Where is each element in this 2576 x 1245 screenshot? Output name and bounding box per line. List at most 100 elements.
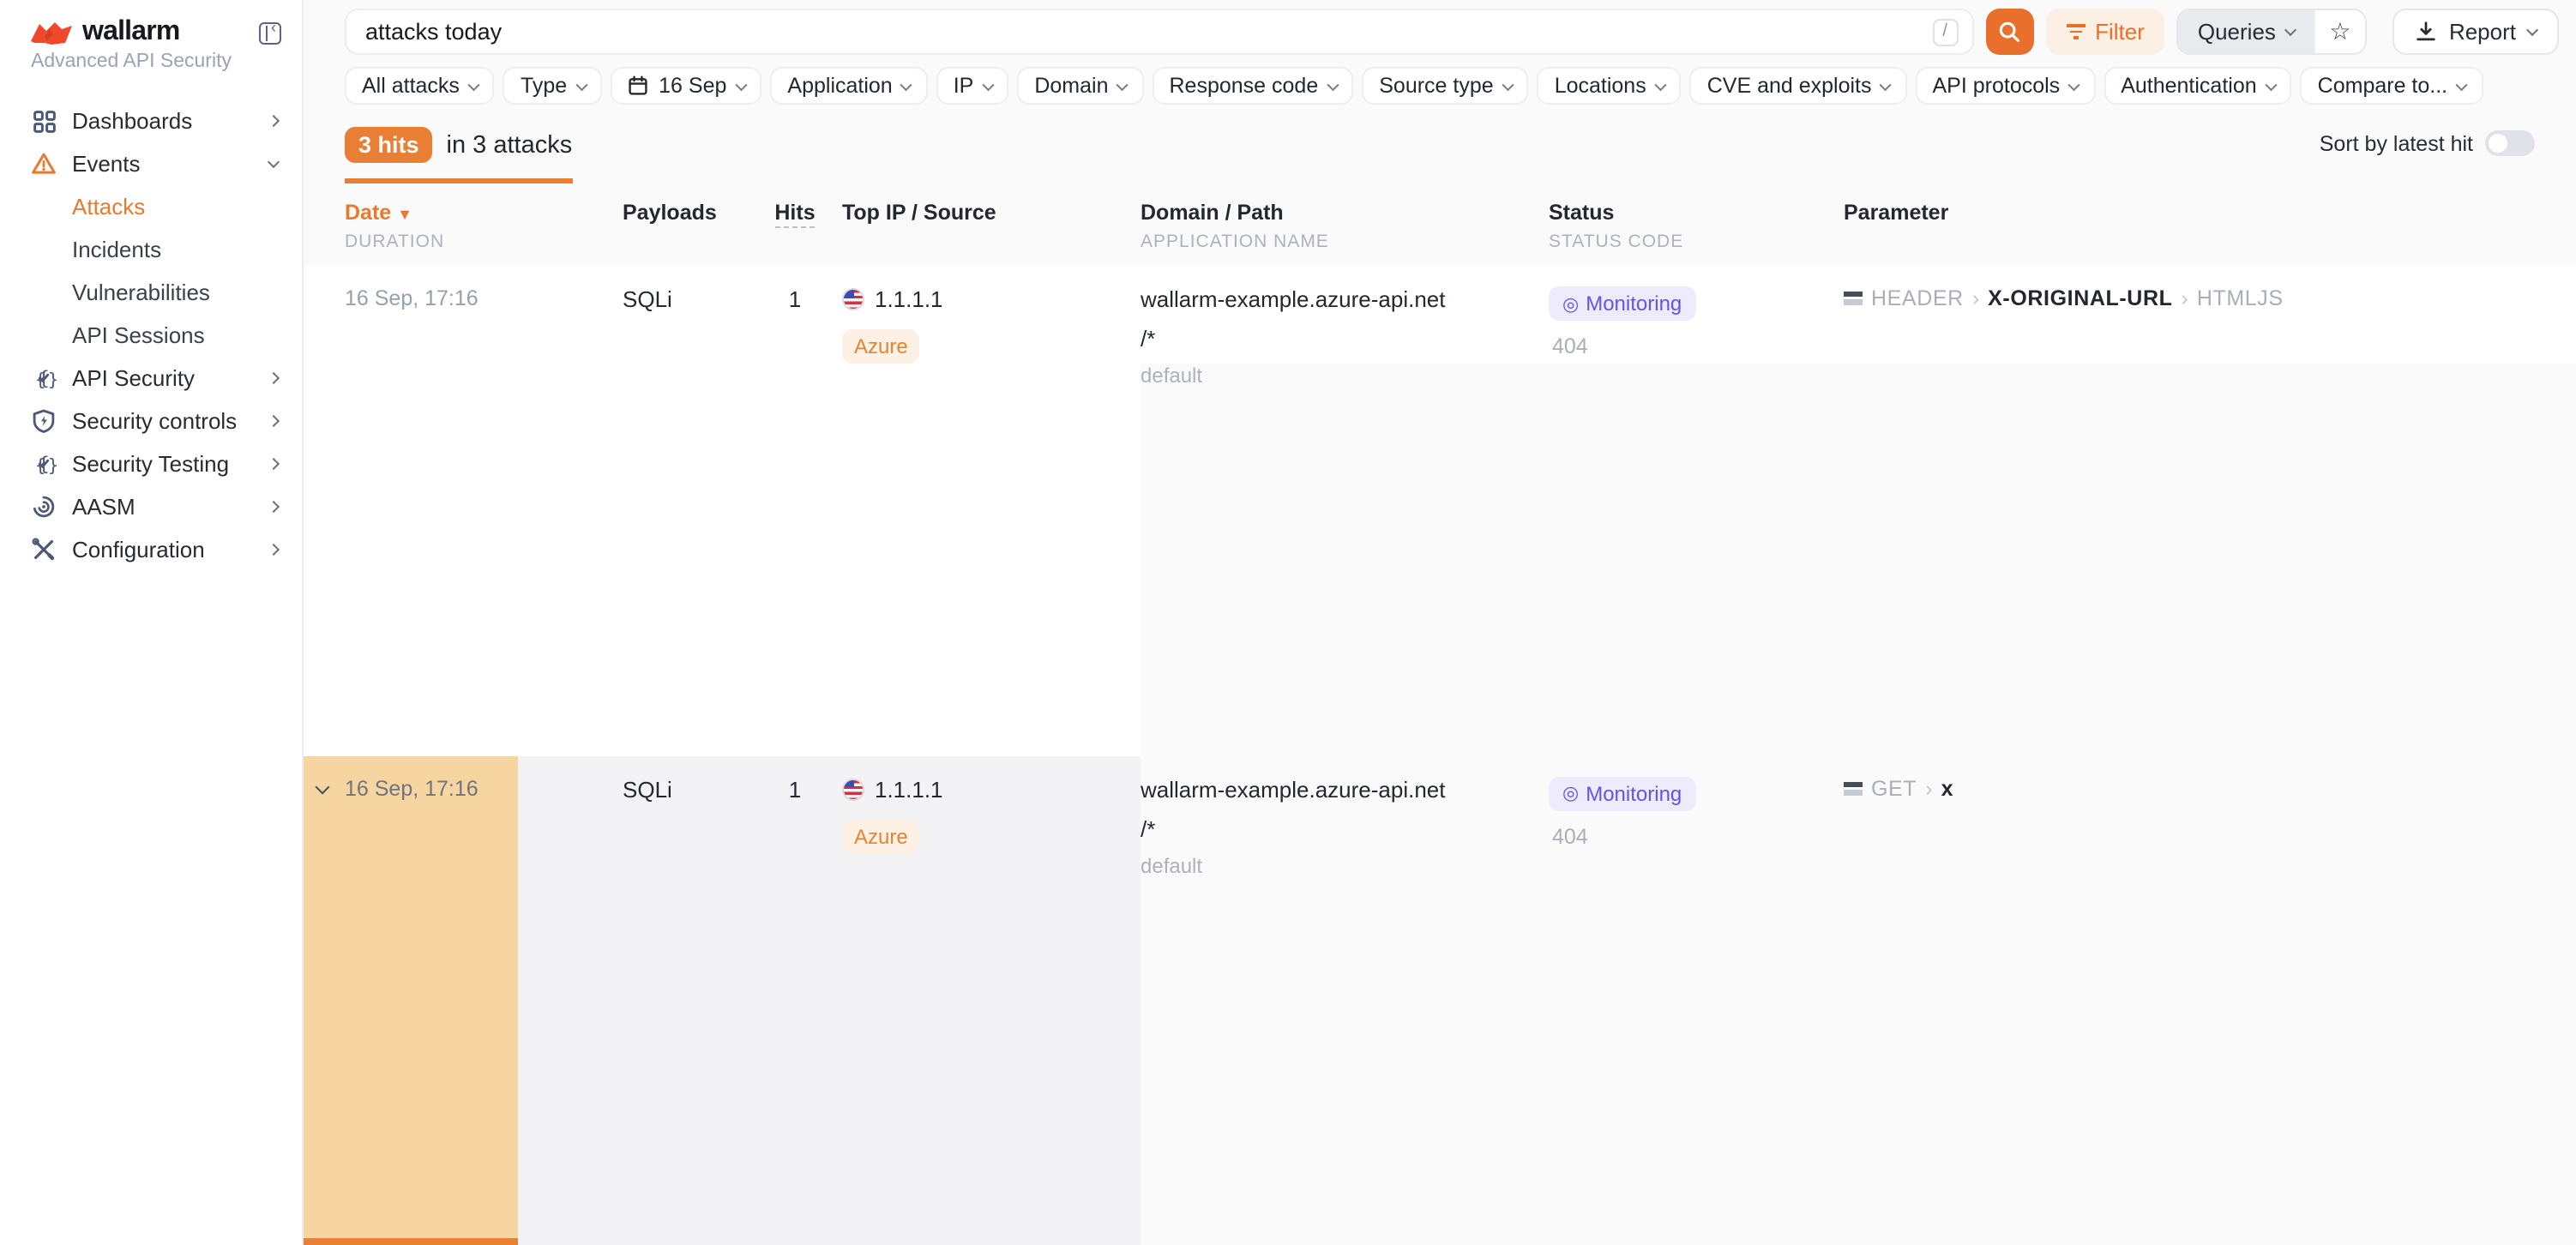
filter-chip-16-sep[interactable]: 16 Sep xyxy=(611,67,761,105)
sidebar-item-label: Security Testing xyxy=(72,451,269,477)
attack-row[interactable]: 16 Sep, 17:16 SQLi 1 1.1.1.1 Azure walla… xyxy=(304,266,2576,755)
slash-shortcut-hint: / xyxy=(1932,18,1958,45)
attack-domain: wallarm-example.azure-api.net xyxy=(1141,286,1549,312)
source-tag-azure[interactable]: Azure xyxy=(842,329,920,364)
chevron-down-icon xyxy=(575,79,587,90)
svg-text:{: { xyxy=(35,454,46,475)
filter-button[interactable]: Filter xyxy=(2045,9,2165,55)
sidebar-item-events[interactable]: Events xyxy=(31,142,288,185)
filter-chip-authentication[interactable]: Authentication xyxy=(2104,67,2291,105)
column-status[interactable]: Status xyxy=(1549,201,1844,225)
filter-chip-application[interactable]: Application xyxy=(770,67,927,105)
filter-chip-label: Authentication xyxy=(2121,74,2256,98)
filter-chip-label: API protocols xyxy=(1933,74,2061,98)
column-date[interactable]: Date ▼ xyxy=(345,201,623,225)
svg-text:}: } xyxy=(48,369,57,389)
tools-icon xyxy=(31,537,57,562)
queries-button[interactable]: Queries xyxy=(2179,10,2314,53)
filter-chip-response-code[interactable]: Response code xyxy=(1153,67,1354,105)
hits-count-badge: 3 hits xyxy=(345,127,433,163)
filter-chip-domain[interactable]: Domain xyxy=(1017,67,1143,105)
sidebar-item-configuration[interactable]: Configuration xyxy=(31,528,288,571)
radar-icon xyxy=(31,494,57,520)
braces-icon: { {} xyxy=(31,451,57,477)
sidebar-item-api-sessions[interactable]: API Sessions xyxy=(31,314,288,357)
search-box[interactable]: / xyxy=(345,9,1973,55)
monitoring-icon: ◎ xyxy=(1562,292,1579,315)
filter-chip-label: Response code xyxy=(1170,74,1319,98)
filter-chip-all-attacks[interactable]: All attacks xyxy=(345,67,495,105)
filter-chip-label: IP xyxy=(954,74,974,98)
breadcrumb-sep: › xyxy=(1972,286,1979,310)
shield-icon xyxy=(31,408,57,434)
queries-group: Queries ☆ xyxy=(2177,9,2367,55)
column-payloads[interactable]: Payloads xyxy=(623,201,748,225)
filter-chip-locations[interactable]: Locations xyxy=(1538,67,1682,105)
download-icon xyxy=(2415,21,2437,43)
filter-chip-label: Type xyxy=(521,74,567,98)
sidebar-item-label: Vulnerabilities xyxy=(72,280,210,305)
chevron-down-icon xyxy=(268,156,280,168)
sidebar-item-label: API Sessions xyxy=(72,322,205,348)
sidebar-item-security-controls[interactable]: Security controls xyxy=(31,400,288,442)
column-application-name: APPLICATION NAME xyxy=(1141,232,1549,252)
column-hits[interactable]: Hits xyxy=(774,201,815,228)
search-button[interactable] xyxy=(1985,9,2033,55)
svg-text:}: } xyxy=(48,454,57,475)
search-icon xyxy=(1998,21,2020,43)
sidebar-item-vulnerabilities[interactable]: Vulnerabilities xyxy=(31,271,288,314)
filter-chip-compare-to[interactable]: Compare to... xyxy=(2301,67,2483,105)
report-button[interactable]: Report xyxy=(2392,9,2559,55)
chevron-right-icon xyxy=(268,544,280,556)
sidebar-item-dashboards[interactable]: Dashboards xyxy=(31,99,288,142)
wallarm-logo-icon xyxy=(31,21,72,45)
column-domain[interactable]: Domain / Path xyxy=(1141,201,1549,225)
column-status-code: STATUS CODE xyxy=(1549,232,1844,252)
filter-chip-api-protocols[interactable]: API protocols xyxy=(1916,67,2096,105)
attack-path: /* xyxy=(1141,326,1549,352)
source-tag-azure[interactable]: Azure xyxy=(842,819,920,853)
filter-chip-source-type[interactable]: Source type xyxy=(1362,67,1528,105)
attack-ip[interactable]: 1.1.1.1 xyxy=(875,776,943,802)
attack-parameter: HEADER › X-ORIGINAL-URL › HTMLJS xyxy=(1844,286,2576,310)
hits-tab[interactable]: 3 hits in 3 attacks xyxy=(345,127,572,183)
column-top-ip[interactable]: Top IP / Source xyxy=(842,201,1141,225)
filter-chip-label: Application xyxy=(787,74,892,98)
filter-chip-label: CVE and exploits xyxy=(1707,74,1872,98)
filter-icon xyxy=(2066,21,2085,43)
column-parameter[interactable]: Parameter xyxy=(1844,201,2576,225)
chevron-right-icon xyxy=(268,458,280,470)
logo-text: wallarm xyxy=(82,17,180,48)
star-icon: ☆ xyxy=(2329,17,2350,46)
chevron-down-icon xyxy=(2068,79,2079,90)
attack-row-selected[interactable]: 16 Sep, 17:16 SQLi 1 1.1.1.1 Azure walla… xyxy=(304,755,2576,1245)
sidebar-item-attacks[interactable]: Attacks xyxy=(31,185,288,228)
status-badge-monitoring: ◎Monitoring xyxy=(1549,776,1695,810)
attack-payload-type: SQLi xyxy=(623,776,748,1245)
favorite-star-button[interactable]: ☆ xyxy=(2314,10,2365,53)
attacks-count-text: in 3 attacks xyxy=(447,131,573,159)
filter-chip-type[interactable]: Type xyxy=(503,67,602,105)
sidebar-collapse-icon[interactable] xyxy=(259,21,281,44)
sidebar-item-api-security[interactable]: { {}API Security xyxy=(31,357,288,400)
filter-chip-label: 16 Sep xyxy=(659,74,726,98)
chevron-down-icon[interactable] xyxy=(316,779,330,794)
chevron-down-icon xyxy=(2284,24,2296,36)
sidebar-item-incidents[interactable]: Incidents xyxy=(31,228,288,271)
sort-toggle[interactable] xyxy=(2485,130,2535,156)
sidebar-item-label: Incidents xyxy=(72,237,161,262)
sidebar-item-aasm[interactable]: AASM xyxy=(31,485,288,528)
sidebar-item-security-testing[interactable]: { {} Security Testing xyxy=(31,442,288,485)
filter-chip-label: All attacks xyxy=(362,74,460,98)
braces-icon: { {} xyxy=(31,365,57,391)
attack-ip[interactable]: 1.1.1.1 xyxy=(875,286,943,312)
sidebar-item-label: Configuration xyxy=(72,537,269,562)
filter-chip-ip[interactable]: IP xyxy=(936,67,1009,105)
chevron-down-icon xyxy=(2526,24,2538,36)
sidebar-item-label: Dashboards xyxy=(72,108,269,134)
filter-chip-cve-and-exploits[interactable]: CVE and exploits xyxy=(1690,67,1907,105)
sidebar-nav: Dashboards EventsAttacks Incidents Vulnerab… xyxy=(31,99,288,571)
search-input[interactable] xyxy=(365,19,1932,45)
filter-chip-label: Compare to... xyxy=(2318,74,2447,98)
chevron-down-icon xyxy=(736,79,747,90)
